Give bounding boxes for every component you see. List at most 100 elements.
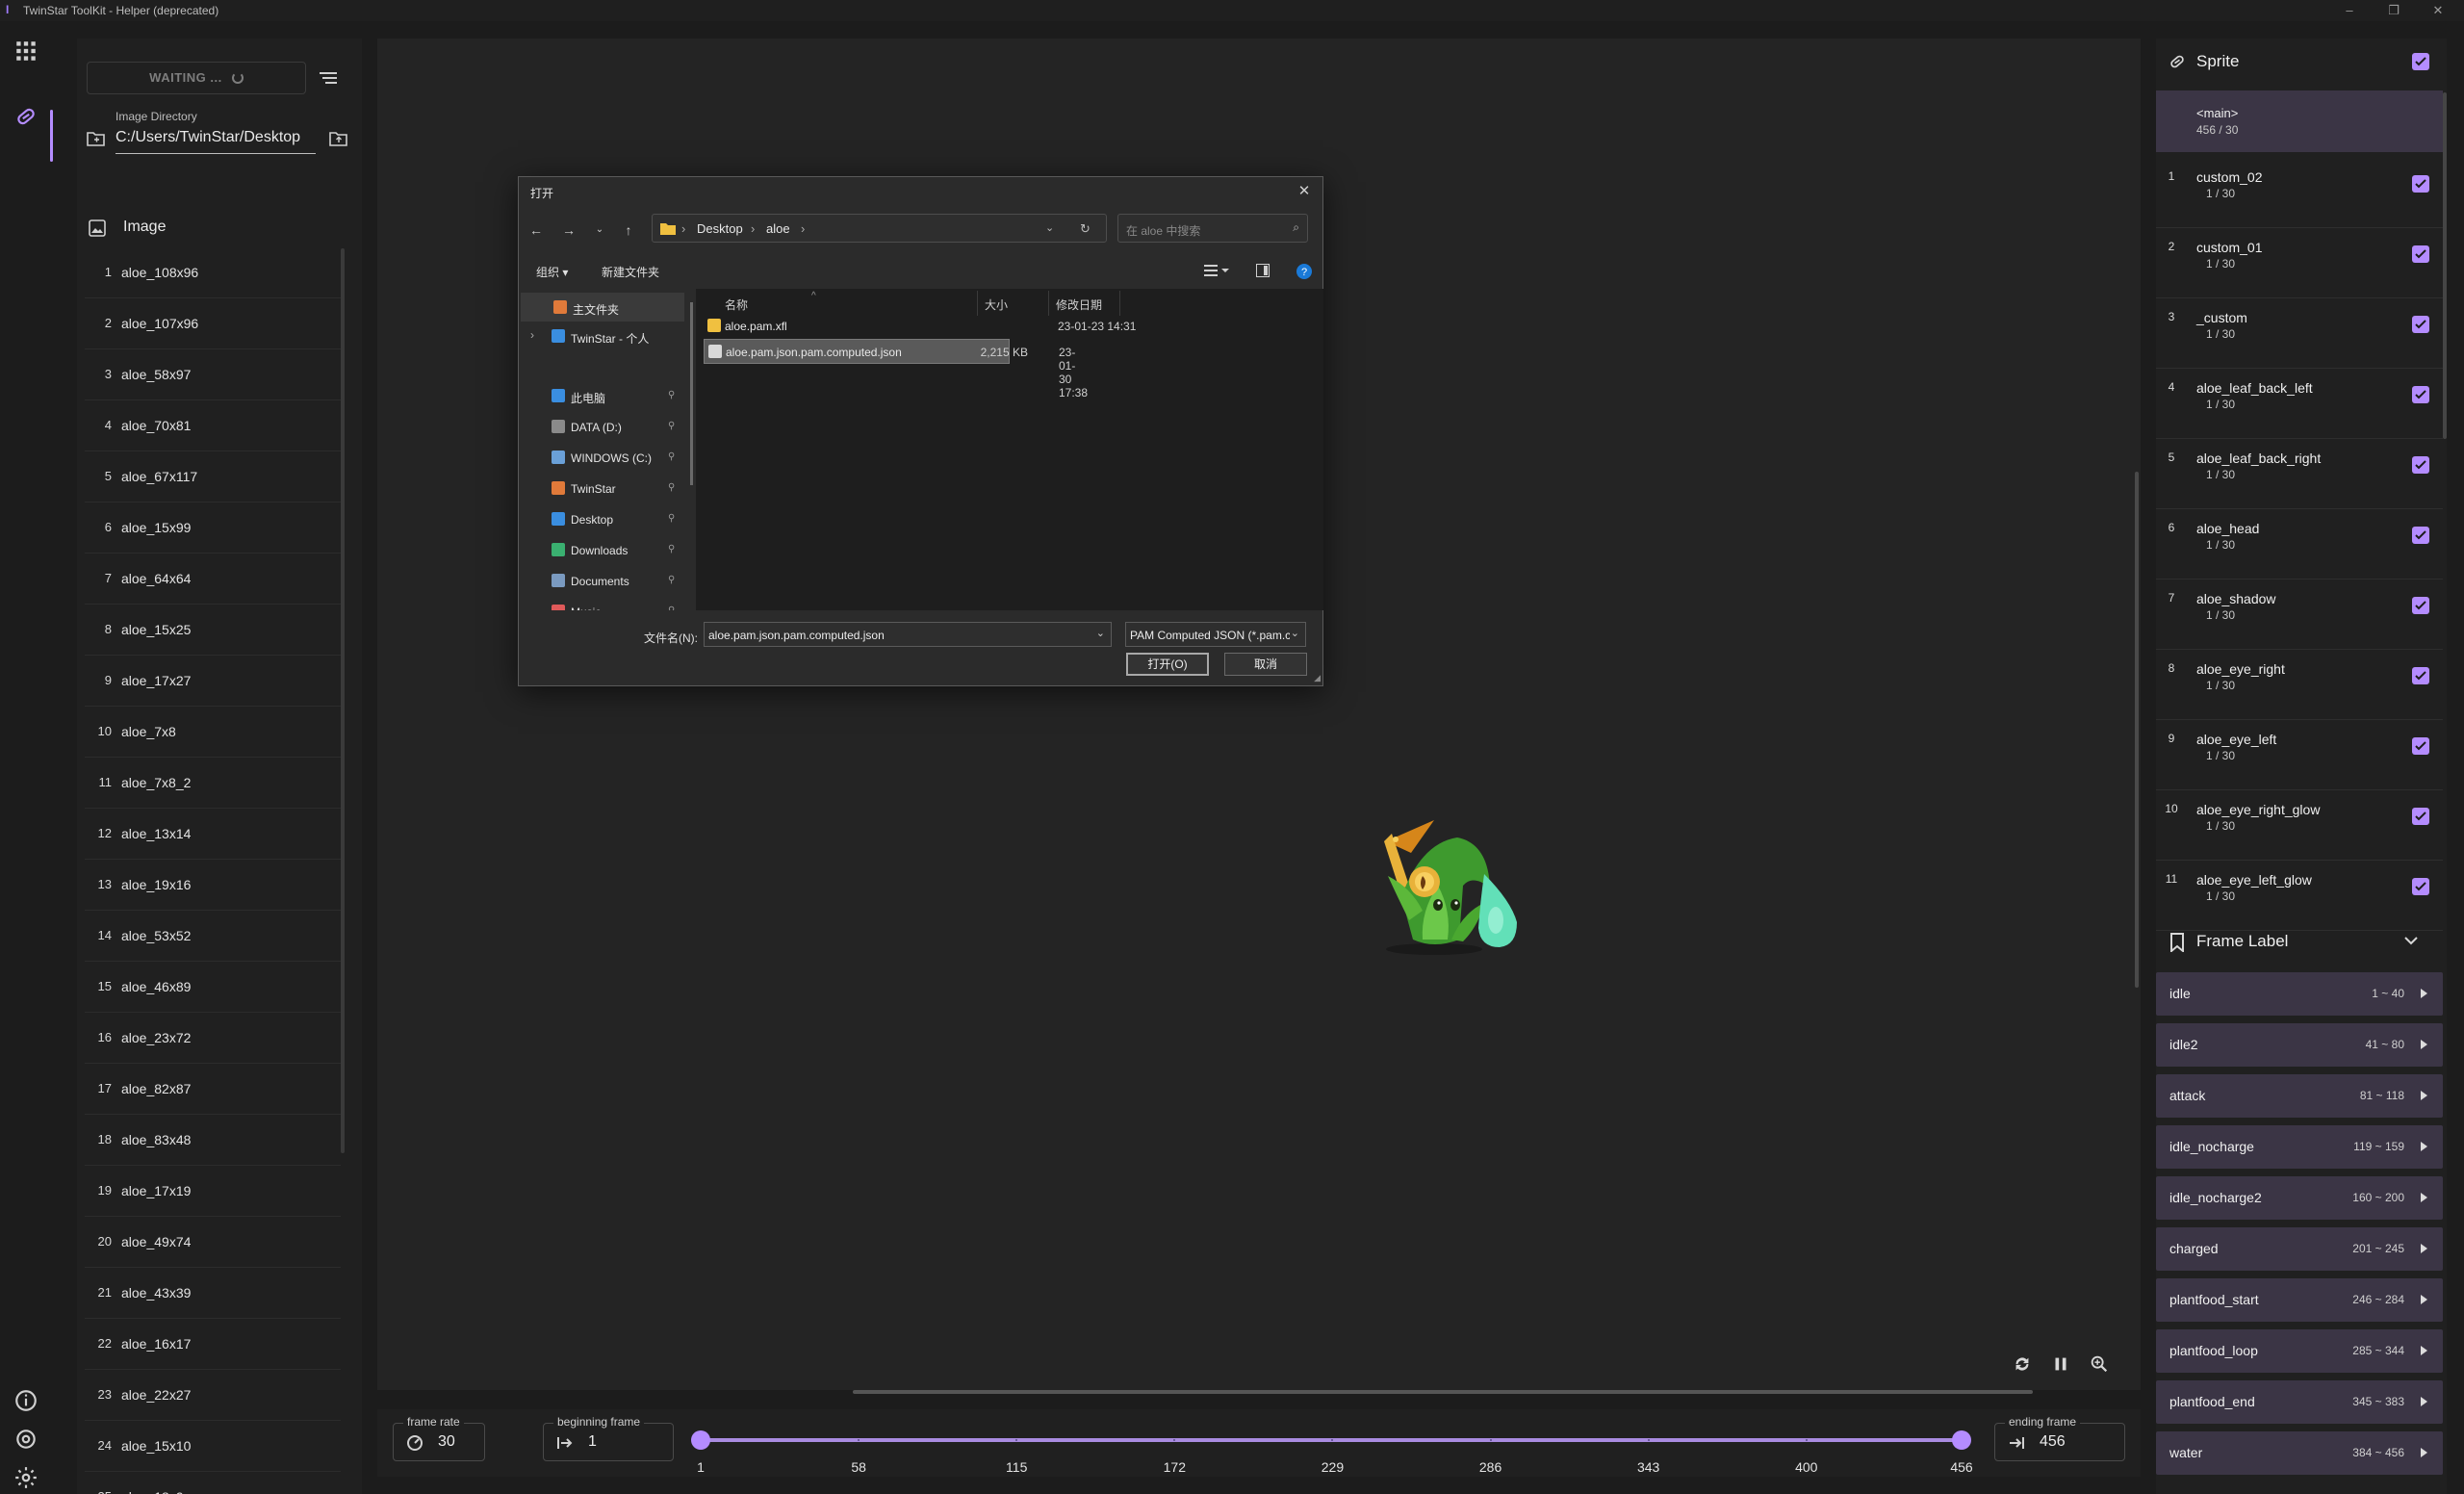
image-list-scrollbar[interactable] — [341, 248, 345, 1153]
sprite-checkbox[interactable] — [2412, 316, 2429, 333]
sprite-list-item[interactable]: 3 _custom 1 / 30 — [2156, 298, 2443, 369]
image-list-item[interactable]: 8 aloe_15x25 — [85, 605, 341, 656]
sprite-list-item[interactable]: 10 aloe_eye_right_glow 1 / 30 — [2156, 790, 2443, 861]
sprite-checkbox[interactable] — [2412, 456, 2429, 474]
preferences-icon[interactable] — [13, 1427, 38, 1452]
slider-start-handle[interactable] — [691, 1430, 710, 1450]
frame-rate-field[interactable]: frame rate 30 — [393, 1415, 485, 1461]
info-icon[interactable] — [13, 1388, 38, 1413]
loop-icon[interactable] — [2012, 1353, 2037, 1378]
image-list-item[interactable]: 12 aloe_13x14 — [85, 810, 341, 860]
sprite-header[interactable]: Sprite — [2156, 39, 2447, 87]
image-list-item[interactable]: 3 aloe_58x97 — [85, 350, 341, 400]
column-name-header[interactable]: 名称 — [725, 296, 748, 313]
navigation-pane-scrollbar[interactable] — [690, 302, 693, 485]
filetype-select[interactable]: PAM Computed JSON (*.pam.computed.json) … — [1125, 622, 1306, 647]
play-icon[interactable] — [2421, 989, 2427, 998]
play-icon[interactable] — [2421, 1448, 2427, 1457]
image-list-item[interactable]: 13 aloe_19x16 — [85, 861, 341, 911]
image-list-item[interactable]: 7 aloe_64x64 — [85, 554, 341, 605]
sprite-list-scrollbar[interactable] — [2443, 92, 2447, 439]
sprite-checkbox[interactable] — [2412, 737, 2429, 755]
dialog-close-button[interactable]: ✕ — [1294, 181, 1315, 202]
main-sprite-item[interactable]: <main> 456 / 30 — [2156, 90, 2443, 152]
image-list-item[interactable]: 15 aloe_46x89 — [85, 963, 341, 1013]
resize-grip-icon[interactable]: ◢ — [1314, 673, 1321, 683]
frame-label-item[interactable]: water 384 ~ 456 — [2156, 1431, 2443, 1475]
refresh-icon[interactable]: ↻ — [1080, 221, 1091, 237]
breadcrumb-aloe[interactable]: aloe — [766, 221, 790, 236]
sprite-checkbox[interactable] — [2412, 386, 2429, 403]
minimize-button[interactable]: – — [2327, 0, 2372, 21]
zoom-icon[interactable] — [2089, 1353, 2114, 1378]
folder-open-icon[interactable] — [87, 130, 106, 147]
sprite-checkbox[interactable] — [2412, 175, 2429, 193]
image-list-item[interactable]: 19 aloe_17x19 — [85, 1167, 341, 1217]
frame-label-item[interactable]: plantfood_end 345 ~ 383 — [2156, 1380, 2443, 1424]
column-separator[interactable] — [977, 291, 978, 316]
folder-search-input[interactable]: 在 aloe 中搜索 ⌕ — [1117, 214, 1308, 243]
play-icon[interactable] — [2421, 1346, 2427, 1355]
settings-gear-icon[interactable] — [13, 1465, 38, 1490]
sprite-list-item[interactable]: 2 custom_01 1 / 30 — [2156, 228, 2443, 298]
help-icon[interactable]: ? — [1296, 264, 1312, 279]
nav-item[interactable]: Documents ⚲ — [519, 566, 682, 595]
image-list-item[interactable]: 14 aloe_53x52 — [85, 912, 341, 962]
play-icon[interactable] — [2421, 1091, 2427, 1100]
frame-label-item[interactable]: idle2 41 ~ 80 — [2156, 1023, 2443, 1067]
maximize-button[interactable]: ❐ — [2372, 0, 2416, 21]
frame-label-item[interactable]: idle_nocharge2 160 ~ 200 — [2156, 1176, 2443, 1220]
sprite-all-checkbox[interactable] — [2412, 53, 2429, 70]
nav-item[interactable]: Downloads ⚲ — [519, 535, 682, 564]
play-icon[interactable] — [2421, 1142, 2427, 1151]
frame-label-item[interactable]: idle_nocharge 119 ~ 159 — [2156, 1125, 2443, 1169]
nav-item[interactable]: › TwinStar - 个人 — [519, 322, 682, 350]
column-separator[interactable] — [1048, 291, 1049, 316]
animation-viewer-icon[interactable] — [13, 104, 38, 129]
image-list-item[interactable]: 11 aloe_7x8_2 — [85, 759, 341, 809]
expand-chevron-icon[interactable]: › — [530, 328, 534, 342]
image-list-item[interactable]: 6 aloe_15x99 — [85, 503, 341, 554]
chevron-down-icon[interactable] — [2404, 936, 2418, 945]
beginning-frame-field[interactable]: beginning frame 1 — [543, 1415, 674, 1461]
status-waiting-button[interactable]: WAITING ... — [87, 62, 306, 94]
image-list-item[interactable]: 5 aloe_67x117 — [85, 452, 341, 502]
frame-label-header[interactable]: Frame Label — [2156, 918, 2447, 966]
chevron-down-icon[interactable]: ⌄ — [1096, 627, 1105, 639]
frame-label-item[interactable]: attack 81 ~ 118 — [2156, 1074, 2443, 1118]
sprite-list-item[interactable]: 1 custom_02 1 / 30 — [2156, 158, 2443, 228]
cancel-button[interactable]: 取消 — [1224, 653, 1307, 676]
sprite-list-item[interactable]: 9 aloe_eye_left 1 / 30 — [2156, 720, 2443, 790]
sprite-list-item[interactable]: 4 aloe_leaf_back_left 1 / 30 — [2156, 369, 2443, 439]
file-row[interactable]: aloe.pam.json.pam.computed.json 2,215 KB 2… — [704, 339, 1088, 399]
frame-label-item[interactable]: charged 201 ~ 245 — [2156, 1227, 2443, 1271]
image-list-item[interactable]: 25 aloe_18x9 — [85, 1473, 341, 1494]
play-icon[interactable] — [2421, 1244, 2427, 1253]
nav-item[interactable]: Desktop ⚲ — [519, 504, 682, 533]
image-list-item[interactable]: 4 aloe_70x81 — [85, 401, 341, 451]
image-list-item[interactable]: 16 aloe_23x72 — [85, 1014, 341, 1064]
image-list-item[interactable]: 23 aloe_22x27 — [85, 1371, 341, 1421]
pause-icon[interactable] — [2050, 1353, 2075, 1378]
organize-menu[interactable]: 组织 ▾ — [536, 264, 568, 280]
nav-item[interactable]: TwinStar ⚲ — [519, 474, 682, 502]
back-arrow-icon[interactable]: ← — [526, 220, 546, 240]
nav-item[interactable]: 主文件夹 — [521, 293, 684, 322]
view-options-icon[interactable] — [1204, 264, 1231, 277]
address-bar[interactable]: › Desktop › aloe › ⌄ ↻ — [652, 214, 1107, 243]
breadcrumb-desktop[interactable]: Desktop — [697, 221, 743, 236]
sprite-list-item[interactable]: 7 aloe_shadow 1 / 30 — [2156, 580, 2443, 650]
nav-item[interactable]: 此电脑 ⚲ — [519, 381, 682, 410]
up-arrow-icon[interactable]: ↑ — [619, 220, 638, 240]
image-list-item[interactable]: 20 aloe_49x74 — [85, 1218, 341, 1268]
folder-upload-icon[interactable] — [329, 130, 348, 147]
new-folder-button[interactable]: 新建文件夹 — [602, 264, 659, 280]
image-list-item[interactable]: 24 aloe_15x10 — [85, 1422, 341, 1472]
apps-grid-icon[interactable] — [13, 39, 38, 64]
sprite-checkbox[interactable] — [2412, 878, 2429, 895]
play-icon[interactable] — [2421, 1295, 2427, 1304]
nav-item[interactable]: WINDOWS (C:) ⚲ — [519, 443, 682, 472]
play-icon[interactable] — [2421, 1193, 2427, 1202]
play-icon[interactable] — [2421, 1397, 2427, 1406]
nav-item[interactable]: Music⚲ — [519, 597, 682, 610]
